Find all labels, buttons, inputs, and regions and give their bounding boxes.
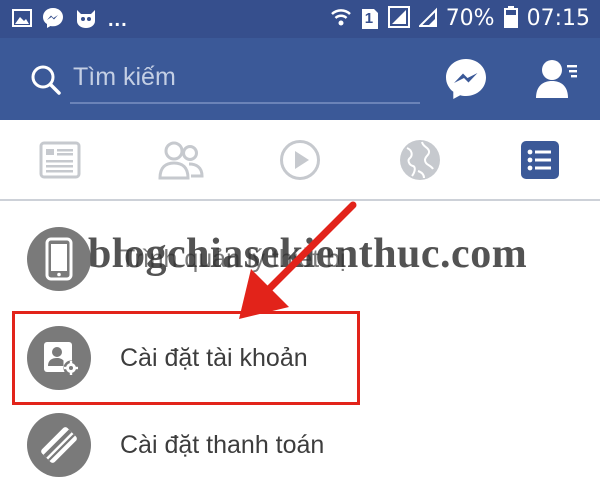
more-notifications: ... — [108, 9, 128, 31]
payment-avatar — [27, 413, 91, 477]
red-arrow-annotation — [239, 201, 357, 319]
menu-item-label: Cài đặt thanh toán — [120, 431, 325, 459]
menu-list-icon — [521, 141, 559, 179]
battery-icon — [503, 5, 518, 33]
search-icon[interactable] — [30, 64, 62, 101]
signal-weak-icon — [417, 7, 437, 32]
menu-item-payment-settings[interactable]: Cài đặt thanh toán — [0, 405, 600, 485]
news-feed-icon — [39, 141, 81, 179]
cat-sticker-icon — [74, 7, 98, 34]
nav-tabs — [0, 120, 600, 200]
friend-requests-button[interactable] — [533, 56, 579, 102]
search-input[interactable]: Tìm kiếm — [73, 60, 176, 94]
messenger-icon — [446, 59, 486, 99]
battery-percent: 70% — [445, 6, 495, 31]
tab-news-feed[interactable] — [38, 138, 82, 182]
video-play-icon — [280, 140, 320, 180]
tab-video[interactable] — [278, 138, 322, 182]
status-bar: ... 1 70% 07:15 — [0, 0, 600, 38]
tab-friends[interactable] — [158, 138, 204, 182]
person-icon — [536, 60, 577, 98]
payment-icon — [41, 427, 77, 463]
clock: 07:15 — [526, 6, 590, 31]
top-bar: Tìm kiếm — [0, 38, 600, 120]
signal-icon — [387, 5, 410, 33]
gallery-icon — [12, 8, 32, 33]
sim-slot-number: 1 — [364, 10, 374, 27]
notification-icons: ... — [12, 7, 128, 34]
tab-menu[interactable] — [518, 138, 562, 182]
friends-icon — [158, 141, 204, 180]
messenger-notification-icon — [42, 7, 64, 34]
sim-card-icon: 1 — [361, 8, 379, 30]
globe-icon — [400, 140, 440, 180]
search-underline — [70, 102, 420, 104]
messenger-button[interactable] — [444, 57, 488, 101]
phone-icon — [45, 237, 73, 281]
wifi-icon — [330, 6, 352, 33]
tab-notifications[interactable] — [398, 138, 442, 182]
device-avatar — [27, 227, 91, 291]
